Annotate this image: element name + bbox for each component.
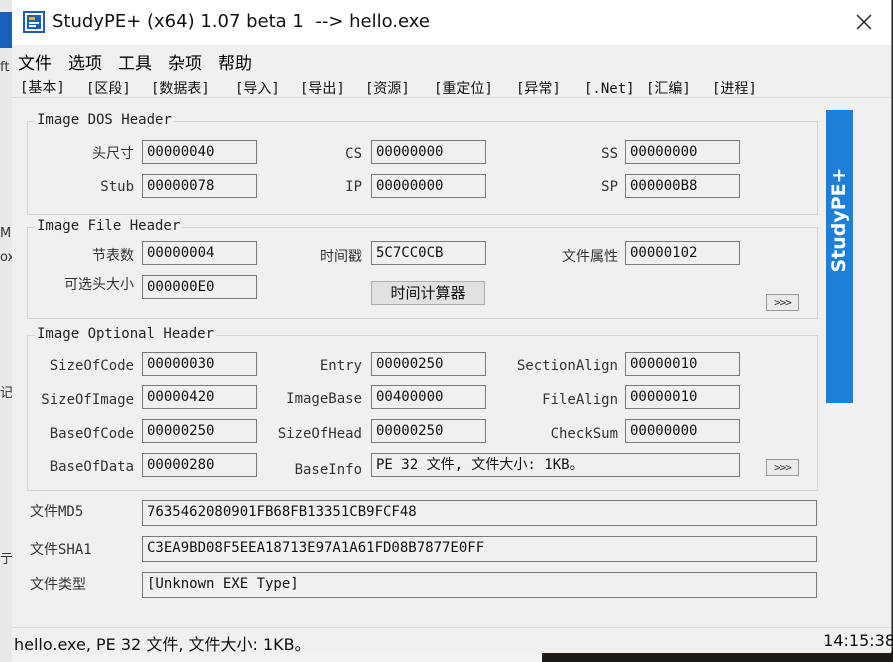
section-align-label: SectionAlign: [516, 358, 618, 374]
head-size-label: 头尺寸: [92, 146, 134, 162]
optional-header-more-button[interactable]: >>>: [766, 459, 799, 476]
desktop-left-strip: ft M ox 记 亍: [0, 0, 15, 662]
studype-side-banner: StudyPE+: [826, 110, 853, 403]
tab-exports[interactable]: [导出]: [300, 79, 345, 99]
image-base-field[interactable]: 00400000: [371, 385, 486, 409]
cs-field[interactable]: 00000000: [371, 140, 486, 164]
status-bar: hello.exe, PE 32 文件, 文件大小: 1KB。 14:15:38: [12, 627, 893, 654]
side-banner-text: StudyPE+: [828, 167, 850, 273]
cs-label: CS: [345, 146, 362, 162]
status-text: hello.exe, PE 32 文件, 文件大小: 1KB。: [14, 635, 311, 654]
tab-imports[interactable]: [导入]: [235, 79, 280, 99]
base-of-data-label: BaseOfData: [49, 459, 134, 475]
file-attributes-label: 文件属性: [562, 249, 618, 265]
tab-dotnet[interactable]: [.Net]: [584, 79, 635, 99]
tab-strip: [基本] [区段] [数据表] [导入] [导出] [资源] [重定位] [异常…: [20, 79, 780, 99]
section-align-field[interactable]: 00000010: [625, 352, 740, 376]
window-title: StudyPE+ (x64) 1.07 beta 1 --> hello.exe: [52, 11, 430, 32]
checksum-label: CheckSum: [550, 426, 618, 442]
checksum-field[interactable]: 00000000: [625, 419, 740, 443]
ss-label: SS: [601, 146, 618, 162]
ip-field[interactable]: 00000000: [371, 174, 486, 198]
ss-field[interactable]: 00000000: [625, 140, 740, 164]
sp-field[interactable]: 000000B8: [625, 174, 740, 198]
optional-header-size-label: 可选头大小: [64, 277, 134, 293]
dos-header-title: Image DOS Header: [35, 112, 174, 128]
file-header-more-button[interactable]: >>>: [766, 294, 799, 311]
menu-tools[interactable]: 工具: [118, 49, 152, 74]
stub-label: Stub: [100, 179, 134, 195]
optional-header-title: Image Optional Header: [35, 326, 217, 342]
tab-process[interactable]: [进程]: [712, 79, 757, 99]
size-of-image-label: SizeOfImage: [41, 392, 134, 408]
desktop-text-fragment: M: [0, 226, 12, 241]
base-of-data-field[interactable]: 00000280: [142, 453, 257, 477]
entry-label: Entry: [319, 358, 362, 374]
title-bar: StudyPE+ (x64) 1.07 beta 1 --> hello.exe: [12, 0, 891, 45]
md5-field[interactable]: 7635462080901FB68FB13351CB9FCF48: [142, 500, 817, 526]
desktop-text-fragment: ft: [0, 60, 10, 75]
size-of-head-label: SizeOfHead: [277, 426, 362, 442]
sha1-field[interactable]: C3EA9BD08F5EEA18713E97A1A61FD08B7877E0FF: [142, 536, 817, 562]
size-of-code-field[interactable]: 00000030: [142, 352, 257, 376]
stub-field[interactable]: 00000078: [142, 174, 257, 198]
file-align-field[interactable]: 00000010: [625, 385, 740, 409]
base-of-code-field[interactable]: 00000250: [142, 419, 257, 443]
studype-window: StudyPE+ (x64) 1.07 beta 1 --> hello.exe…: [12, 0, 893, 654]
file-header-title: Image File Header: [35, 218, 183, 234]
tab-panel-border: [12, 97, 891, 98]
size-of-image-field[interactable]: 00000420: [142, 385, 257, 409]
tab-exceptions[interactable]: [异常]: [516, 79, 561, 99]
sha1-label: 文件SHA1: [30, 542, 92, 558]
tab-basic[interactable]: [基本]: [20, 78, 65, 98]
base-info-label: BaseInfo: [294, 462, 362, 478]
menu-file[interactable]: 文件: [18, 49, 52, 74]
optional-header-size-field[interactable]: 000000E0: [142, 275, 257, 299]
sections-count-field[interactable]: 00000004: [142, 241, 257, 265]
size-of-code-label: SizeOfCode: [49, 358, 134, 374]
tab-relocations[interactable]: [重定位]: [434, 79, 493, 99]
menu-misc[interactable]: 杂项: [168, 49, 202, 74]
file-attributes-field[interactable]: 00000102: [625, 241, 740, 265]
studype-app-icon: [23, 11, 45, 33]
desktop-icon-fragment: [0, 12, 12, 48]
tab-resources[interactable]: [资源]: [365, 79, 410, 99]
menu-bar: 文件 选项 工具 杂项 帮助: [12, 46, 891, 74]
time-calculator-button[interactable]: 时间计算器: [371, 281, 485, 305]
tab-disassembly[interactable]: [汇编]: [646, 79, 691, 99]
timestamp-label: 时间戳: [320, 249, 362, 265]
close-icon[interactable]: [849, 8, 879, 36]
sp-label: SP: [601, 179, 618, 195]
timestamp-field[interactable]: 5C7CC0CB: [371, 241, 486, 265]
file-type-field[interactable]: [Unknown EXE Type]: [142, 572, 817, 598]
size-of-head-field[interactable]: 00000250: [371, 419, 486, 443]
dos-header-group: [27, 121, 818, 215]
image-base-label: ImageBase: [286, 391, 362, 407]
menu-options[interactable]: 选项: [68, 49, 102, 74]
ip-label: IP: [345, 179, 362, 195]
md5-label: 文件MD5: [30, 504, 84, 520]
base-of-code-label: BaseOfCode: [49, 426, 134, 442]
file-align-label: FileAlign: [542, 392, 618, 408]
base-info-field[interactable]: PE 32 文件, 文件大小: 1KB。: [371, 453, 740, 477]
entry-field[interactable]: 00000250: [371, 352, 486, 376]
tab-sections[interactable]: [区段]: [86, 79, 131, 99]
tab-data-directories[interactable]: [数据表]: [151, 79, 210, 99]
menu-help[interactable]: 帮助: [218, 49, 252, 74]
file-type-label: 文件类型: [30, 577, 86, 593]
sections-count-label: 节表数: [92, 248, 134, 264]
status-time: 14:15:38: [823, 631, 893, 650]
head-size-field[interactable]: 00000040: [142, 140, 257, 164]
